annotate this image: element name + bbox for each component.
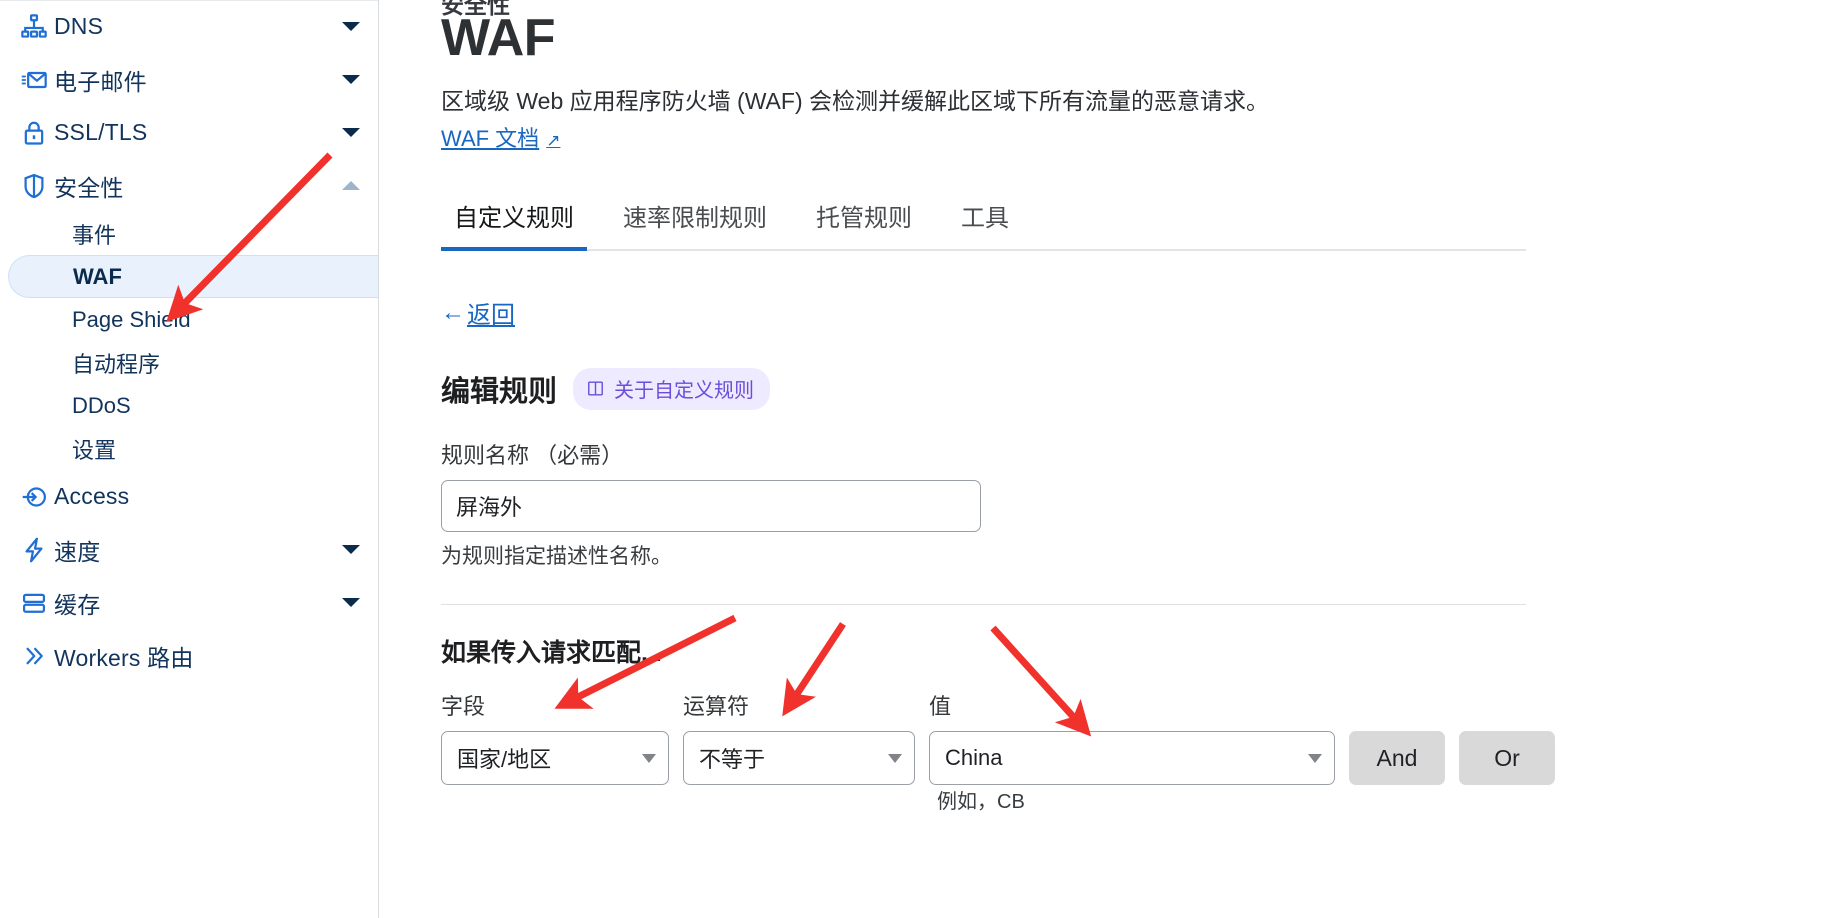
sidebar-subitem-label: DDoS — [72, 392, 131, 418]
sidebar-subitem-label: 自动程序 — [72, 351, 161, 377]
sidebar-item-dns[interactable]: DNS — [0, 0, 378, 53]
breadcrumb: 安全性 — [441, 0, 510, 18]
about-custom-rules-label: 关于自定义规则 — [614, 380, 755, 403]
tab-bar: 自定义规则 速率限制规则 托管规则 工具 — [441, 189, 1526, 252]
chevron-down-icon[interactable] — [342, 128, 360, 137]
book-icon — [586, 379, 605, 398]
sidebar-item-label: Workers 路由 — [54, 644, 194, 671]
sidebar-item-security[interactable]: 安全性 — [0, 159, 378, 212]
and-button[interactable]: And — [1349, 731, 1445, 786]
chevron-down-icon[interactable] — [342, 545, 360, 554]
value-example-text: 例如，CB — [937, 791, 1025, 814]
sidebar-item-label: DNS — [54, 13, 104, 39]
sidebar-item-label: 缓存 — [54, 591, 101, 618]
value-column: 值 China 例如，CB — [929, 689, 1335, 813]
sidebar-subitem-waf[interactable]: WAF — [8, 255, 378, 298]
sidebar-item-ssl-tls[interactable]: SSL/TLS — [0, 106, 378, 159]
sidebar-item-label: 电子邮件 — [54, 68, 147, 95]
sidebar: DNS 电子邮件 SSL/TLS 安全性 事件 WAF Page Shield … — [0, 0, 379, 918]
tab-tools[interactable]: 工具 — [948, 198, 1022, 249]
about-custom-rules-pill[interactable]: 关于自定义规则 — [573, 368, 771, 411]
sidebar-item-access[interactable]: Access — [0, 470, 378, 523]
sidebar-subitem-label: 事件 — [72, 222, 117, 248]
edit-rule-title: 编辑规则 — [441, 376, 558, 409]
speed-bolt-icon — [14, 536, 54, 564]
value-select-value: China — [945, 745, 1003, 771]
sidebar-item-label: 安全性 — [54, 174, 124, 201]
field-column: 字段 国家/地区 — [441, 689, 669, 786]
main-content: 安全性 WAF 区域级 Web 应用程序防火墙 (WAF) 会检测并缓解此区域下… — [379, 0, 1826, 918]
tab-managed-rules[interactable]: 托管规则 — [803, 198, 925, 249]
chevron-down-icon[interactable] — [342, 598, 360, 607]
chevron-down-icon[interactable] — [342, 75, 360, 84]
edit-rule-header: 编辑规则 关于自定义规则 — [441, 368, 1826, 411]
sidebar-subitem-page-shield[interactable]: Page Shield — [0, 298, 378, 341]
condition-row: 字段 国家/地区 运算符 不等于 值 China 例如，CB And Or — [441, 689, 1826, 813]
field-select-value: 国家/地区 — [457, 747, 552, 773]
chevron-down-icon[interactable] — [342, 22, 360, 31]
tab-custom-rules[interactable]: 自定义规则 — [441, 198, 587, 252]
sidebar-item-cache[interactable]: 缓存 — [0, 576, 378, 629]
chevron-down-icon — [642, 753, 656, 763]
sidebar-item-label: SSL/TLS — [54, 119, 148, 145]
sidebar-item-email[interactable]: 电子邮件 — [0, 53, 378, 106]
workers-chevrons-icon — [14, 642, 54, 670]
email-icon — [14, 66, 54, 94]
or-button[interactable]: Or — [1459, 731, 1555, 786]
sidebar-subitem-label: 设置 — [72, 437, 117, 463]
page-title: WAF — [441, 9, 556, 67]
value-select[interactable]: China — [929, 731, 1335, 786]
cache-server-icon — [14, 589, 54, 617]
match-section-title: 如果传入请求匹配... — [441, 639, 662, 668]
rule-name-label: 规则名称 （必需） — [441, 443, 624, 469]
sidebar-item-speed[interactable]: 速度 — [0, 523, 378, 576]
back-link-label: 返回 — [467, 302, 515, 330]
sidebar-subitem-ddos[interactable]: DDoS — [0, 384, 378, 427]
dns-tree-icon — [14, 13, 54, 41]
sidebar-subitem-settings[interactable]: 设置 — [0, 427, 378, 470]
operator-select[interactable]: 不等于 — [683, 731, 915, 786]
field-select[interactable]: 国家/地区 — [441, 731, 669, 786]
external-link-icon: ↗ — [546, 131, 561, 151]
chevron-up-icon[interactable] — [342, 181, 360, 190]
waf-docs-link-label: WAF 文档 — [441, 126, 540, 152]
field-label: 字段 — [441, 694, 486, 720]
section-divider — [441, 604, 1526, 606]
back-arrow-icon: ← — [441, 298, 465, 326]
value-label: 值 — [929, 694, 952, 720]
waf-custom-rules-page: DNS 电子邮件 SSL/TLS 安全性 事件 WAF Page Shield … — [0, 0, 1826, 918]
sidebar-subitem-label: Page Shield — [72, 306, 191, 332]
back-link[interactable]: ← 返回 — [441, 295, 515, 330]
sidebar-item-label: Access — [54, 483, 130, 509]
operator-select-value: 不等于 — [699, 747, 766, 773]
sidebar-subitem-bots[interactable]: 自动程序 — [0, 341, 378, 384]
chevron-down-icon — [1308, 753, 1322, 763]
lock-icon — [14, 119, 54, 147]
tab-rate-limiting-rules[interactable]: 速率限制规则 — [610, 198, 780, 249]
sidebar-item-label: 速度 — [54, 538, 101, 565]
rule-name-help: 为规则指定描述性名称。 — [441, 545, 672, 569]
operator-label: 运算符 — [683, 694, 750, 720]
sidebar-subitem-events[interactable]: 事件 — [0, 212, 378, 255]
waf-docs-link[interactable]: WAF 文档 ↗ — [441, 121, 560, 153]
operator-column: 运算符 不等于 — [683, 689, 915, 786]
rule-name-input[interactable] — [441, 480, 981, 533]
chevron-down-icon — [888, 753, 902, 763]
access-icon — [14, 483, 54, 511]
sidebar-item-workers-routes[interactable]: Workers 路由 — [0, 629, 378, 682]
page-description: 区域级 Web 应用程序防火墙 (WAF) 会检测并缓解此区域下所有流量的恶意请… — [441, 88, 1269, 114]
sidebar-subitem-label: WAF — [73, 263, 122, 289]
shield-icon — [14, 172, 54, 200]
